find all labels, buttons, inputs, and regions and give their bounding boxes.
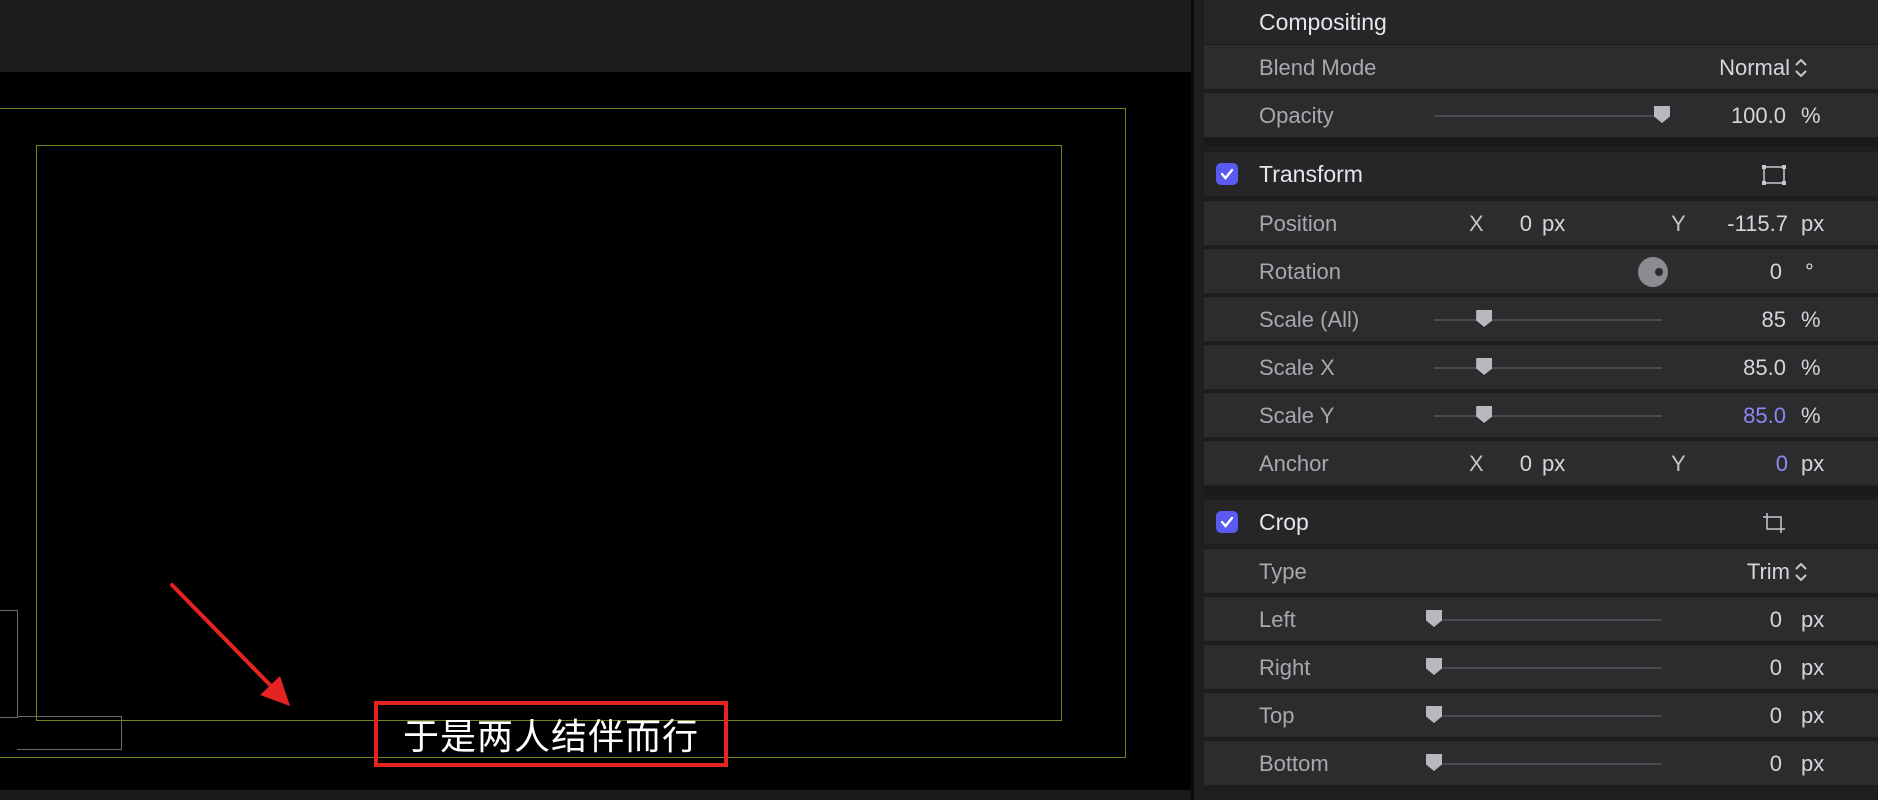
crop-bottom-row: Bottom 0 px xyxy=(1204,740,1878,785)
crop-left-slider[interactable] xyxy=(1434,619,1662,621)
scale-y-slider[interactable] xyxy=(1434,415,1662,417)
scale-all-slider-thumb[interactable] xyxy=(1476,310,1493,327)
crop-bottom-unit: px xyxy=(1801,751,1825,776)
crop-bottom-slider-thumb[interactable] xyxy=(1426,754,1442,771)
scale-x-slider-thumb[interactable] xyxy=(1476,358,1493,375)
video-inspector: Compositing Blend Mode Normal Opacity 10… xyxy=(1194,0,1878,800)
scale-all-label: Scale (All) xyxy=(1259,307,1360,332)
anchor-row: Anchor X 0 px Y 0 px xyxy=(1204,440,1878,485)
crop-bottom-slider[interactable] xyxy=(1434,763,1662,765)
scale-x-row: Scale X 85.0 % xyxy=(1204,344,1878,389)
crop-type-row: Type Trim xyxy=(1204,548,1878,593)
crop-right-label: Right xyxy=(1259,655,1311,680)
annotation-arrow-icon xyxy=(170,583,290,706)
crop-right-unit: px xyxy=(1801,655,1825,680)
position-y-axis: Y xyxy=(1671,211,1686,236)
crop-bottom-value[interactable]: 0 xyxy=(1770,751,1782,777)
crop-top-row: Top 0 px xyxy=(1204,692,1878,737)
section-gap xyxy=(1204,487,1878,495)
crop-top-value[interactable]: 0 xyxy=(1770,703,1782,729)
section-gap xyxy=(1204,138,1878,146)
opacity-slider-thumb[interactable] xyxy=(1654,106,1670,123)
position-y-unit: px xyxy=(1801,211,1825,236)
crop-left-slider-thumb[interactable] xyxy=(1426,610,1442,627)
crop-enable-checkbox[interactable] xyxy=(1216,511,1238,533)
anchor-x-value[interactable]: 0 xyxy=(1520,451,1532,477)
scale-y-row: Scale Y 85.0 % xyxy=(1204,392,1878,437)
crop-right-row: Right 0 px xyxy=(1204,644,1878,689)
scale-x-value[interactable]: 85.0 xyxy=(1743,355,1786,381)
checkmark-icon xyxy=(1220,168,1234,180)
anchor-x-unit: px xyxy=(1542,451,1566,476)
opacity-label: Opacity xyxy=(1259,103,1334,128)
position-y-value[interactable]: -115.7 xyxy=(1727,211,1788,237)
viewer-canvas[interactable]: 于是两人结伴而行 xyxy=(0,0,1193,800)
crop-onscreen-icon[interactable] xyxy=(1761,512,1787,534)
checkmark-icon xyxy=(1220,516,1234,528)
crop-title: Crop xyxy=(1259,509,1309,535)
scale-all-slider[interactable] xyxy=(1434,319,1662,321)
transform-header[interactable]: Transform xyxy=(1204,152,1878,196)
crop-type-label: Type xyxy=(1259,559,1307,584)
anchor-x-axis: X xyxy=(1469,451,1484,476)
crop-right-slider-thumb[interactable] xyxy=(1426,658,1442,675)
popup-chevrons-icon[interactable] xyxy=(1794,561,1808,583)
scale-x-label: Scale X xyxy=(1259,355,1335,380)
scale-all-row: Scale (All) 85 % xyxy=(1204,296,1878,341)
scale-y-value[interactable]: 85.0 xyxy=(1743,403,1786,429)
caption-text[interactable]: 于是两人结伴而行 xyxy=(403,708,699,760)
crop-header[interactable]: Crop xyxy=(1204,500,1878,544)
scale-y-slider-thumb[interactable] xyxy=(1476,406,1493,423)
compositing-header[interactable]: Compositing xyxy=(1204,0,1878,44)
position-x-axis: X xyxy=(1469,211,1484,236)
transform-onscreen-icon[interactable] xyxy=(1761,164,1787,186)
crop-right-value[interactable]: 0 xyxy=(1770,655,1782,681)
scale-x-unit: % xyxy=(1801,355,1821,380)
caption-highlight-box: 于是两人结伴而行 xyxy=(374,701,728,767)
position-label: Position xyxy=(1259,211,1338,236)
popup-chevrons-icon[interactable] xyxy=(1794,57,1808,79)
crop-top-slider-thumb[interactable] xyxy=(1426,706,1442,723)
crop-left-unit: px xyxy=(1801,607,1825,632)
viewer-bottom-strip xyxy=(0,790,1193,800)
rotation-dial-indicator xyxy=(1655,268,1663,276)
position-x-unit: px xyxy=(1542,211,1566,236)
rotation-row: Rotation 0 ° xyxy=(1204,248,1878,293)
scale-x-slider[interactable] xyxy=(1434,367,1662,369)
anchor-y-value[interactable]: 0 xyxy=(1776,451,1788,477)
opacity-slider[interactable] xyxy=(1434,115,1662,117)
rotation-value[interactable]: 0 xyxy=(1770,259,1782,285)
scale-y-label: Scale Y xyxy=(1259,403,1335,428)
scale-all-unit: % xyxy=(1801,307,1821,332)
position-row: Position X 0 px Y -115.7 px xyxy=(1204,200,1878,245)
crop-top-label: Top xyxy=(1259,703,1295,728)
crop-top-unit: px xyxy=(1801,703,1825,728)
crop-left-value[interactable]: 0 xyxy=(1770,607,1782,633)
transform-title: Transform xyxy=(1259,161,1363,187)
scale-all-value[interactable]: 85 xyxy=(1762,307,1786,333)
rotation-unit: ° xyxy=(1805,259,1814,284)
transform-enable-checkbox[interactable] xyxy=(1216,163,1238,185)
anchor-label: Anchor xyxy=(1259,451,1329,476)
crop-left-row: Left 0 px xyxy=(1204,596,1878,641)
crop-top-slider[interactable] xyxy=(1434,715,1662,717)
scale-y-unit: % xyxy=(1801,403,1821,428)
rotation-dial[interactable] xyxy=(1638,257,1668,287)
blend-mode-label: Blend Mode xyxy=(1259,55,1377,80)
crop-type-popup[interactable]: Trim xyxy=(1747,559,1790,585)
anchor-y-axis: Y xyxy=(1671,451,1686,476)
anchor-y-unit: px xyxy=(1801,451,1825,476)
rotation-label: Rotation xyxy=(1259,259,1341,284)
opacity-unit: % xyxy=(1801,103,1821,128)
opacity-value[interactable]: 100.0 xyxy=(1731,103,1786,129)
opacity-row: Opacity 100.0 % xyxy=(1204,92,1878,137)
crop-right-slider[interactable] xyxy=(1434,667,1662,669)
crop-bottom-label: Bottom xyxy=(1259,751,1329,776)
compositing-title: Compositing xyxy=(1259,9,1387,35)
position-x-value[interactable]: 0 xyxy=(1520,211,1532,237)
crop-left-label: Left xyxy=(1259,607,1296,632)
blend-mode-popup[interactable]: Normal xyxy=(1719,55,1790,81)
blend-mode-row: Blend Mode Normal xyxy=(1204,44,1878,89)
